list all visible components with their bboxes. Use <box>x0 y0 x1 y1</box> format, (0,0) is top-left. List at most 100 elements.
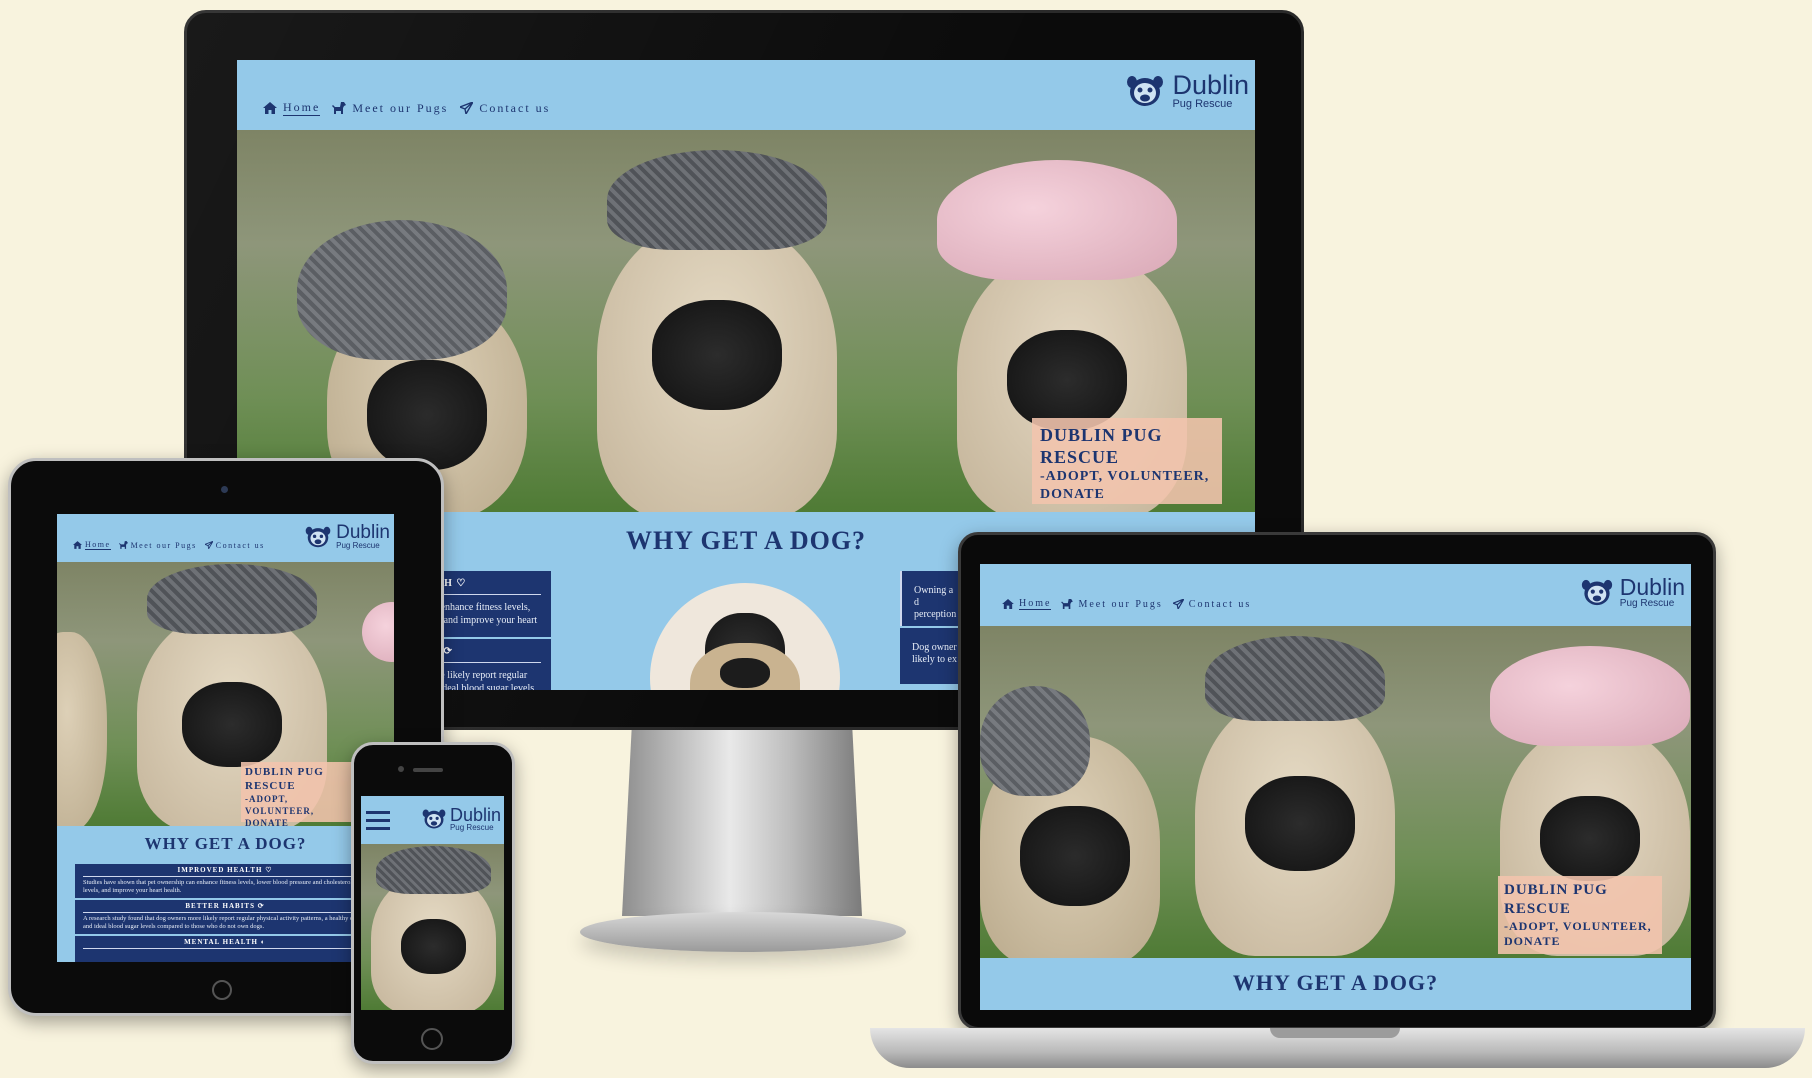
tablet-header: Home Meet our Pugs Contact us Dublin Pug… <box>57 514 394 562</box>
desktop-hero-image: DUBLIN PUG RESCUE -ADOPT, VOLUNTEER, DON… <box>237 130 1255 512</box>
logo-subtitle: Pug Rescue <box>1619 598 1675 609</box>
pug-photo-left <box>57 632 107 826</box>
phone-speaker <box>413 768 443 772</box>
laptop-nav: Home Meet our Pugs Contact us <box>1002 598 1251 610</box>
tablet-section-heading: WHY GET A DOG? <box>144 834 307 853</box>
card-title: BETTER HABITS <box>185 902 255 910</box>
dog-icon <box>118 541 128 549</box>
house-icon <box>263 102 277 114</box>
phone-header: Dublin Pug Rescue <box>361 796 504 844</box>
nav-meet-pugs-label: Meet our Pugs <box>352 100 449 115</box>
nav-contact[interactable]: Contact us <box>204 540 265 550</box>
tablet-card-improved-health: IMPROVED HEALTH ♡ Studies have shown tha… <box>75 864 375 898</box>
badge-tagline: -ADOPT, VOLUNTEER, DONATE <box>1040 469 1210 502</box>
laptop-logo[interactable]: Dublin Pug Rescue <box>1581 576 1685 609</box>
dog-icon <box>332 102 347 114</box>
nav-contact-label: Contact us <box>479 100 551 115</box>
nav-home-label: Home <box>283 100 321 116</box>
desktop-nav: Home Meet our Pugs Contact us <box>263 100 550 116</box>
brain-icon: ◐ <box>260 938 266 946</box>
monitor-stand-base <box>580 912 906 952</box>
repeat-icon: ⟳ <box>257 902 265 910</box>
logo-subtitle: Pug Rescue <box>449 823 494 832</box>
nav-meet-pugs-label: Meet our Pugs <box>1078 598 1163 610</box>
nav-home-label: Home <box>85 540 111 550</box>
tablet-camera <box>221 486 228 493</box>
desktop-logo[interactable]: Dublin Pug Rescue <box>1126 72 1249 110</box>
tablet-logo[interactable]: Dublin Pug Rescue <box>305 523 390 550</box>
desktop-card-right-1: Owning a d perception <box>900 571 960 626</box>
desktop-card-right-2: Dog owner likely to ex <box>900 628 960 684</box>
tablet-nav: Home Meet our Pugs Contact us <box>73 540 265 550</box>
card-title: MENTAL HEALTH <box>184 938 258 946</box>
card-text: A research study found that dog owners m… <box>83 915 360 930</box>
nav-home[interactable]: Home <box>263 100 321 116</box>
tablet-home-button[interactable] <box>212 980 232 1000</box>
card-text-fragment-7: Dog owner <box>912 642 957 653</box>
logo-title: Dublin <box>1172 70 1249 100</box>
tablet-card-better-habits: BETTER HABITS ⟳ A research study found t… <box>75 900 375 934</box>
house-icon <box>1002 599 1014 609</box>
paper-plane-icon <box>460 102 474 114</box>
logo-title: Dublin <box>449 805 501 825</box>
nav-contact[interactable]: Contact us <box>1172 598 1252 610</box>
nav-meet-pugs[interactable]: Meet our Pugs <box>332 101 448 116</box>
card-title: IMPROVED HEALTH <box>177 866 263 874</box>
nav-contact-label: Contact us <box>215 540 265 550</box>
laptop-hero-badge: DUBLIN PUG RESCUE -ADOPT, VOLUNTEER, DON… <box>1498 876 1662 954</box>
nav-home[interactable]: Home <box>1002 598 1052 610</box>
house-icon <box>73 541 82 549</box>
card-text-fragment-6: perception <box>914 609 957 620</box>
badge-title: DUBLIN PUG RESCUE <box>1504 882 1608 917</box>
hamburger-menu-icon[interactable] <box>366 811 390 831</box>
pug-photo-middle <box>366 844 501 1010</box>
phone-logo[interactable]: Dublin Pug Rescue <box>422 806 501 832</box>
paper-plane-icon <box>204 541 213 549</box>
nav-meet-pugs[interactable]: Meet our Pugs <box>118 540 197 550</box>
phone-hero-image <box>361 844 504 1010</box>
pug-face-logo-icon <box>1127 76 1164 106</box>
tablet-hero-image: DUBLIN PUG RESCUE -ADOPT, VOLUNTEER, DON… <box>57 562 394 826</box>
laptop-screen: Home Meet our Pugs Contact us Dublin Pug… <box>980 564 1691 1010</box>
pug-photo-left <box>980 686 1160 958</box>
laptop-header: Home Meet our Pugs Contact us Dublin Pug… <box>980 564 1691 626</box>
badge-tagline: -ADOPT, VOLUNTEER, DONATE <box>245 794 315 826</box>
pug-photo-right <box>362 602 394 662</box>
nav-meet-pugs[interactable]: Meet our Pugs <box>1061 599 1162 610</box>
phone-screen: Dublin Pug Rescue <box>361 796 504 1010</box>
card-text: Studies have shown that pet ownership ca… <box>83 879 353 894</box>
nav-contact[interactable]: Contact us <box>460 101 550 116</box>
heart-pulse-icon: ♡ <box>265 866 273 874</box>
monitor-stand-neck <box>622 730 862 916</box>
badge-title: DUBLIN PUG RESCUE <box>1040 425 1163 467</box>
tablet-card-mental-health: MENTAL HEALTH ◐ <box>75 936 375 962</box>
tablet-screen: Home Meet our Pugs Contact us Dublin Pug… <box>57 514 394 962</box>
paper-plane-icon <box>1172 599 1184 609</box>
nav-home[interactable]: Home <box>73 540 111 550</box>
badge-tagline: -ADOPT, VOLUNTEER, DONATE <box>1504 919 1652 948</box>
card-text-fragment-5: Owning a d <box>914 585 954 608</box>
pug-face-logo-icon <box>1581 579 1612 606</box>
pug-face-logo-icon <box>422 809 446 829</box>
laptop-notch <box>1270 1028 1400 1038</box>
pug-photo-middle <box>577 150 857 512</box>
logo-subtitle: Pug Rescue <box>336 541 380 550</box>
pug-photo-middle <box>1185 636 1405 956</box>
logo-title: Dublin <box>336 522 390 543</box>
badge-title: DUBLIN PUG RESCUE <box>245 766 324 792</box>
logo-subtitle: Pug Rescue <box>1172 98 1233 110</box>
nav-contact-label: Contact us <box>1188 598 1252 610</box>
laptop-hero-image: DUBLIN PUG RESCUE -ADOPT, VOLUNTEER, DON… <box>980 626 1691 958</box>
phone-home-button[interactable] <box>421 1028 443 1050</box>
nav-meet-pugs-label: Meet our Pugs <box>130 540 197 550</box>
desktop-pug-portrait <box>650 583 840 690</box>
laptop-section-heading: WHY GET A DOG? <box>1232 970 1439 995</box>
nav-home-label: Home <box>1019 598 1052 610</box>
tablet-hero-badge: DUBLIN PUG RESCUE -ADOPT, VOLUNTEER, DON… <box>241 762 353 826</box>
desktop-header: Home Meet our Pugs Contact us Dublin Pug… <box>237 60 1255 130</box>
phone-camera <box>398 766 404 772</box>
desktop-hero-badge: DUBLIN PUG RESCUE -ADOPT, VOLUNTEER, DON… <box>1032 418 1222 504</box>
card-text-fragment-8: likely to ex <box>912 654 957 665</box>
pug-face-logo-icon <box>305 526 331 547</box>
dog-icon <box>1061 599 1074 609</box>
